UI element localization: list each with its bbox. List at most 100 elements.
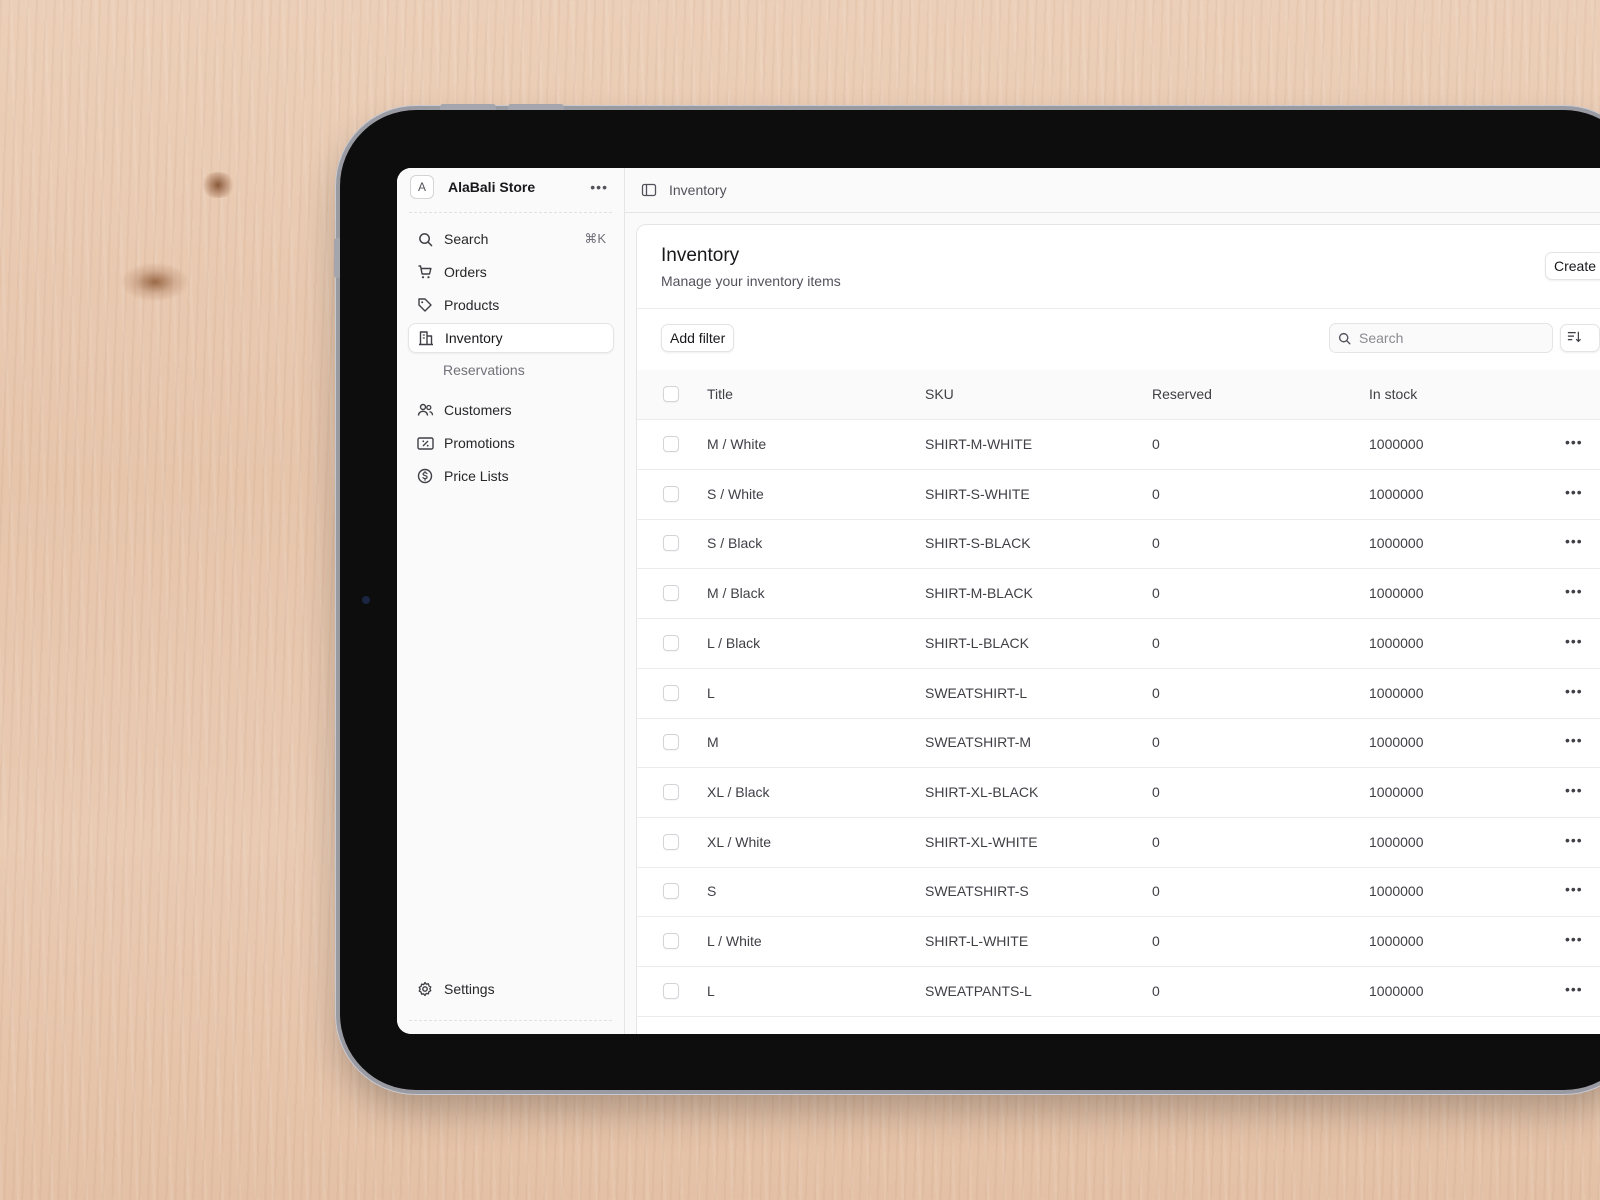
inventory-card: Inventory Manage your inventory items Cr… (636, 224, 1600, 1034)
row-checkbox[interactable] (663, 485, 679, 502)
table-row[interactable]: XL / Black SHIRT-XL-BLACK 0 1000000 ••• (637, 768, 1600, 818)
cell-in-stock: 1000000 (1369, 883, 1424, 900)
breadcrumb[interactable]: Inventory (669, 182, 727, 198)
cell-reserved: 0 (1152, 833, 1160, 850)
sidebar: A AlaBali Store ••• Search ⌘K Orders Pro… (397, 168, 625, 1034)
cell-sku: SHIRT-M-WHITE (925, 436, 1033, 452)
more-horizontal-icon[interactable]: ••• (1565, 881, 1583, 897)
sidebar-item-customers[interactable]: Customers (408, 395, 614, 425)
table-row[interactable]: M / White SHIRT-M-WHITE 0 1000000 ••• (637, 420, 1600, 470)
buildings-icon (417, 329, 435, 347)
row-checkbox[interactable] (663, 734, 679, 751)
more-horizontal-icon[interactable]: ••• (1565, 981, 1583, 997)
row-checkbox[interactable] (663, 684, 679, 701)
sidebar-search[interactable]: Search ⌘K (408, 224, 614, 254)
wood-knot (120, 262, 190, 302)
cell-in-stock: 1000000 (1369, 535, 1424, 552)
cart-icon (416, 263, 434, 281)
divider (409, 212, 612, 213)
row-checkbox[interactable] (663, 436, 679, 452)
sort-icon (1567, 330, 1581, 347)
sidebar-item-promotions[interactable]: Promotions (408, 428, 614, 458)
more-horizontal-icon[interactable]: ••• (1565, 732, 1583, 748)
search-input[interactable] (1357, 329, 1531, 347)
table-row[interactable]: M SWEATSHIRT-M 0 1000000 ••• (637, 718, 1600, 769)
page-subtitle: Manage your inventory items (661, 273, 841, 289)
column-header-title[interactable]: Title (707, 386, 733, 402)
cell-title: L / Black (707, 634, 761, 651)
row-checkbox[interactable] (663, 933, 679, 949)
sidebar-item-products[interactable]: Products (408, 290, 614, 320)
search-field[interactable] (1329, 323, 1553, 353)
store-switcher[interactable]: A AlaBali Store ••• (410, 172, 616, 202)
cell-reserved: 0 (1152, 485, 1160, 502)
more-horizontal-icon[interactable]: ••• (1565, 484, 1583, 500)
column-header-in-stock[interactable]: In stock (1369, 386, 1417, 402)
sidebar-item-reservations[interactable]: Reservations (443, 362, 525, 378)
tablet-top-button (440, 104, 496, 110)
row-checkbox[interactable] (663, 982, 679, 999)
table-row[interactable]: L SWEATSHIRT-L 0 1000000 ••• (637, 669, 1600, 719)
table-row[interactable]: M / Black SHIRT-M-BLACK 0 1000000 ••• (637, 569, 1600, 620)
table-row[interactable]: S / White SHIRT-S-WHITE 0 1000000 ••• (637, 470, 1600, 520)
create-button[interactable]: Create (1545, 252, 1600, 280)
receipt-percent-icon (416, 434, 434, 452)
cell-in-stock: 1000000 (1369, 933, 1424, 949)
tag-icon (416, 296, 434, 314)
row-checkbox[interactable] (663, 833, 679, 850)
select-all-checkbox[interactable] (663, 386, 679, 402)
more-horizontal-icon[interactable]: ••• (1565, 633, 1583, 649)
cell-in-stock: 1000000 (1369, 634, 1424, 651)
search-icon (416, 230, 434, 248)
app-screen: A AlaBali Store ••• Search ⌘K Orders Pro… (397, 168, 1600, 1034)
row-checkbox[interactable] (663, 535, 679, 552)
table-row[interactable]: S / Black SHIRT-S-BLACK 0 1000000 ••• (637, 519, 1600, 570)
cell-sku: SWEATSHIRT-M (925, 734, 1032, 751)
tablet-top-button (508, 104, 564, 110)
sidebar-toggle-icon[interactable] (641, 182, 657, 198)
table-row[interactable]: L SWEATPANTS-L 0 1000000 ••• (637, 967, 1600, 1017)
column-header-reserved[interactable]: Reserved (1152, 386, 1212, 402)
cell-title: L (707, 684, 715, 701)
cell-reserved: 0 (1152, 933, 1160, 949)
cell-title: L / White (707, 933, 762, 949)
cell-sku: SHIRT-XL-WHITE (925, 833, 1038, 850)
cell-in-stock: 1000000 (1369, 833, 1424, 850)
cell-in-stock: 1000000 (1369, 783, 1424, 800)
table-row[interactable]: S SWEATSHIRT-S 0 1000000 ••• (637, 867, 1600, 918)
sidebar-item-price-lists[interactable]: Price Lists (408, 461, 614, 491)
more-horizontal-icon[interactable]: ••• (1565, 782, 1583, 798)
cell-sku: SWEATSHIRT-S (925, 883, 1029, 900)
table-row[interactable]: L / White SHIRT-L-WHITE 0 1000000 ••• (637, 917, 1600, 967)
row-checkbox[interactable] (663, 883, 679, 900)
cell-title: S (707, 883, 717, 900)
cell-reserved: 0 (1152, 982, 1160, 999)
more-horizontal-icon[interactable]: ••• (1565, 683, 1583, 699)
sidebar-item-inventory[interactable]: Inventory (408, 323, 614, 353)
row-checkbox[interactable] (663, 634, 679, 651)
more-horizontal-icon[interactable]: ••• (1565, 583, 1583, 599)
more-horizontal-icon[interactable]: ••• (1565, 434, 1583, 450)
column-header-sku[interactable]: SKU (925, 386, 954, 402)
cell-sku: SHIRT-L-WHITE (925, 933, 1029, 949)
cell-reserved: 0 (1152, 883, 1160, 900)
sidebar-item-label: Price Lists (444, 468, 509, 484)
cell-reserved: 0 (1152, 734, 1160, 751)
tablet-side-button (334, 238, 340, 278)
row-checkbox[interactable] (663, 585, 679, 602)
table-row[interactable]: L / Black SHIRT-L-BLACK 0 1000000 ••• (637, 619, 1600, 669)
cell-reserved: 0 (1152, 535, 1160, 552)
more-horizontal-icon[interactable]: ••• (1565, 832, 1583, 848)
more-horizontal-icon[interactable]: ••• (1565, 533, 1583, 549)
more-horizontal-icon[interactable]: ••• (590, 179, 608, 195)
camera-icon (362, 596, 370, 604)
row-checkbox[interactable] (663, 783, 679, 800)
sidebar-item-settings[interactable]: Settings (408, 974, 614, 1004)
add-filter-button[interactable]: Add filter (661, 324, 735, 352)
table-row[interactable]: XL / White SHIRT-XL-WHITE 0 1000000 ••• (637, 818, 1600, 868)
cell-reserved: 0 (1152, 436, 1160, 452)
divider (409, 1020, 612, 1021)
more-horizontal-icon[interactable]: ••• (1565, 931, 1583, 947)
sidebar-item-orders[interactable]: Orders (408, 257, 614, 287)
sort-button[interactable] (1560, 324, 1600, 352)
